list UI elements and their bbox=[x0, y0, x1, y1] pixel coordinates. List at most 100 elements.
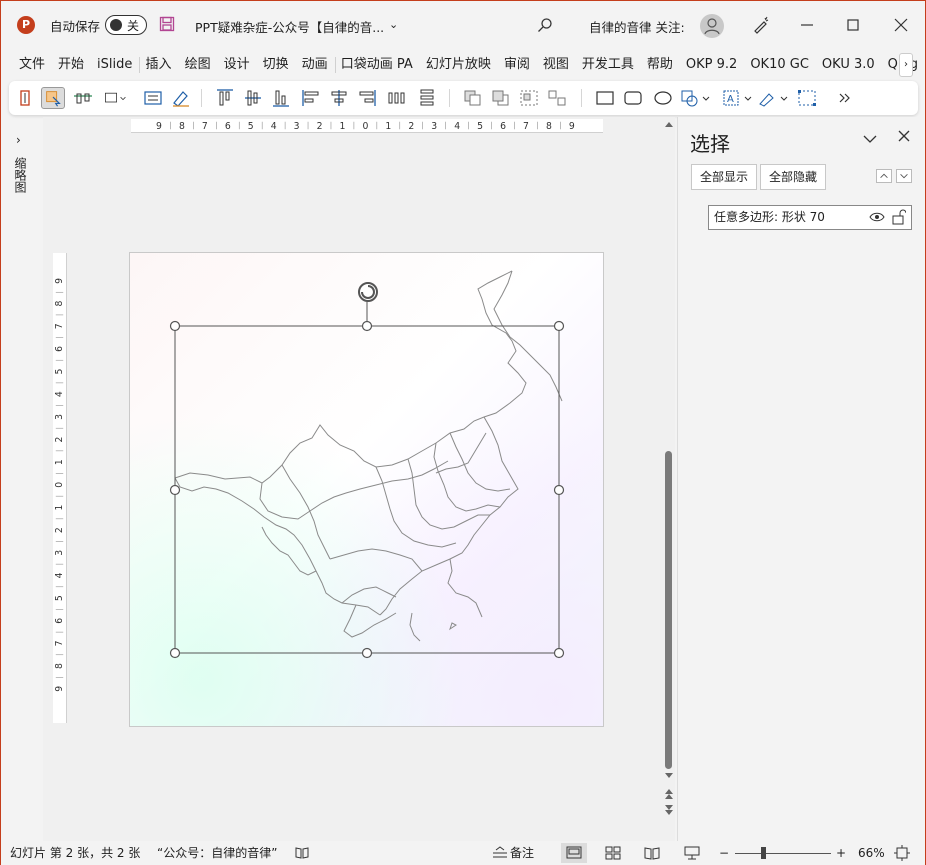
scroll-up-icon[interactable] bbox=[664, 119, 674, 129]
ruler-label: 7 bbox=[523, 121, 529, 132]
align-middle-icon[interactable] bbox=[241, 87, 265, 109]
notes-button[interactable]: 备注 bbox=[510, 841, 534, 865]
thumbnails-label[interactable]: 缩略图 bbox=[13, 157, 29, 193]
resize-handle-w[interactable] bbox=[169, 484, 181, 496]
zoom-in-button[interactable]: + bbox=[836, 841, 846, 865]
group-icon[interactable] bbox=[517, 87, 541, 109]
tab-animations[interactable]: 动画 bbox=[296, 49, 335, 81]
rounded-rectangle-icon[interactable] bbox=[621, 87, 645, 109]
tab-slideshow[interactable]: 幻灯片放映 bbox=[420, 49, 498, 81]
tab-pocket-animation[interactable]: 口袋动画 PA bbox=[335, 49, 420, 81]
align-right-icon[interactable] bbox=[355, 87, 379, 109]
resize-handle-e[interactable] bbox=[553, 484, 565, 496]
maximize-icon[interactable] bbox=[843, 15, 863, 35]
tab-ok10[interactable]: OK10 GC bbox=[744, 49, 816, 81]
send-backward-icon[interactable] bbox=[489, 87, 513, 109]
ellipse-icon[interactable] bbox=[651, 87, 675, 109]
distribute-vertical-icon[interactable] bbox=[415, 87, 439, 109]
tab-islide[interactable]: iSlide bbox=[91, 49, 139, 81]
zoom-slider-thumb[interactable] bbox=[761, 847, 766, 859]
textbox-icon[interactable] bbox=[141, 87, 165, 109]
tab-file[interactable]: 文件 bbox=[13, 49, 52, 81]
avatar[interactable] bbox=[700, 14, 724, 38]
unlock-icon[interactable] bbox=[892, 209, 906, 225]
rectangle-icon[interactable] bbox=[593, 87, 617, 109]
more-overflow-icon[interactable] bbox=[833, 87, 857, 109]
selection-item[interactable]: 任意多边形: 形状 70 bbox=[708, 205, 912, 230]
tab-review[interactable]: 审阅 bbox=[498, 49, 537, 81]
powerpoint-logo-icon: P bbox=[17, 16, 35, 34]
align-baseline-icon[interactable] bbox=[71, 87, 95, 109]
expand-thumbnails-icon[interactable]: › bbox=[16, 133, 21, 147]
designer-pen-icon[interactable] bbox=[752, 16, 770, 34]
previous-slide-icon[interactable] bbox=[664, 787, 674, 801]
autosave-toggle[interactable]: 关 bbox=[105, 15, 147, 35]
tab-developer[interactable]: 开发工具 bbox=[576, 49, 641, 81]
text-direction-icon[interactable] bbox=[13, 87, 37, 109]
move-down-icon[interactable] bbox=[896, 169, 912, 183]
tab-draw[interactable]: 绘图 bbox=[179, 49, 218, 81]
tabs-scroll-right-icon[interactable]: › bbox=[899, 53, 913, 77]
zoom-slider-track[interactable] bbox=[735, 853, 831, 854]
vertical-scrollbar[interactable] bbox=[663, 117, 675, 841]
align-bottom-icon[interactable] bbox=[269, 87, 293, 109]
hide-all-button[interactable]: 全部隐藏 bbox=[760, 164, 827, 190]
rotate-handle-icon[interactable] bbox=[358, 282, 378, 302]
thumbnail-pane-collapsed: › 缩略图 bbox=[1, 117, 43, 841]
ruler-label: 5 bbox=[477, 121, 483, 132]
format-painter-icon[interactable] bbox=[169, 87, 193, 109]
frame-dropdown-icon[interactable] bbox=[103, 87, 127, 109]
slide-sorter-icon[interactable] bbox=[605, 845, 621, 861]
show-all-button[interactable]: 全部显示 bbox=[691, 164, 758, 190]
normal-view-icon[interactable] bbox=[561, 843, 587, 863]
chevron-down-icon[interactable]: ⌄ bbox=[389, 18, 398, 31]
tab-oku[interactable]: OKU 3.0 bbox=[816, 49, 882, 81]
align-top-icon[interactable] bbox=[213, 87, 237, 109]
chevron-down-icon[interactable] bbox=[862, 131, 878, 147]
shapes-dropdown-icon[interactable] bbox=[679, 87, 711, 109]
close-window-icon[interactable] bbox=[891, 15, 911, 35]
slideshow-icon[interactable] bbox=[684, 845, 700, 861]
align-left-icon[interactable] bbox=[299, 87, 323, 109]
edit-points-icon[interactable] bbox=[795, 87, 819, 109]
select-objects-icon[interactable] bbox=[41, 87, 65, 109]
save-icon[interactable] bbox=[159, 16, 175, 32]
resize-handle-nw[interactable] bbox=[169, 320, 181, 332]
tab-view[interactable]: 视图 bbox=[537, 49, 576, 81]
align-center-icon[interactable] bbox=[327, 87, 351, 109]
resize-handle-se[interactable] bbox=[553, 647, 565, 659]
fit-to-window-icon[interactable] bbox=[894, 845, 910, 861]
bring-forward-icon[interactable] bbox=[461, 87, 485, 109]
zoom-level[interactable]: 66% bbox=[858, 841, 885, 865]
fill-dropdown-icon[interactable] bbox=[757, 87, 789, 109]
document-title[interactable]: PPT疑难杂症-公众号【自律的音... bbox=[195, 17, 384, 36]
scroll-down-icon[interactable] bbox=[664, 771, 674, 781]
zoom-out-button[interactable]: − bbox=[719, 841, 729, 865]
ruler-label: 2 bbox=[54, 527, 65, 533]
tab-okp[interactable]: OKP 9.2 bbox=[680, 49, 744, 81]
slide-count[interactable]: 幻灯片 第 2 张，共 2 张 bbox=[10, 841, 140, 865]
resize-handle-n[interactable] bbox=[361, 320, 373, 332]
reading-view-icon[interactable] bbox=[644, 845, 660, 861]
ungroup-icon[interactable] bbox=[545, 87, 569, 109]
accessibility-book-icon[interactable] bbox=[295, 846, 309, 860]
tab-home[interactable]: 开始 bbox=[52, 49, 91, 81]
resize-handle-s[interactable] bbox=[361, 647, 373, 659]
scrollbar-thumb[interactable] bbox=[665, 451, 672, 769]
resize-handle-ne[interactable] bbox=[553, 320, 565, 332]
slide[interactable] bbox=[129, 252, 604, 727]
close-icon[interactable] bbox=[896, 128, 912, 144]
search-icon[interactable] bbox=[537, 17, 553, 33]
next-slide-icon[interactable] bbox=[664, 803, 674, 817]
tab-transitions[interactable]: 切换 bbox=[257, 49, 296, 81]
move-up-icon[interactable] bbox=[876, 169, 892, 183]
resize-handle-sw[interactable] bbox=[169, 647, 181, 659]
notes-icon[interactable] bbox=[492, 846, 508, 860]
tab-design[interactable]: 设计 bbox=[218, 49, 257, 81]
eye-icon[interactable] bbox=[869, 211, 885, 223]
text-format-dropdown-icon[interactable]: A bbox=[721, 87, 753, 109]
tab-insert[interactable]: 插入 bbox=[140, 49, 179, 81]
distribute-horizontal-icon[interactable] bbox=[385, 87, 409, 109]
tab-help[interactable]: 帮助 bbox=[641, 49, 680, 81]
minimize-icon[interactable] bbox=[797, 15, 817, 35]
